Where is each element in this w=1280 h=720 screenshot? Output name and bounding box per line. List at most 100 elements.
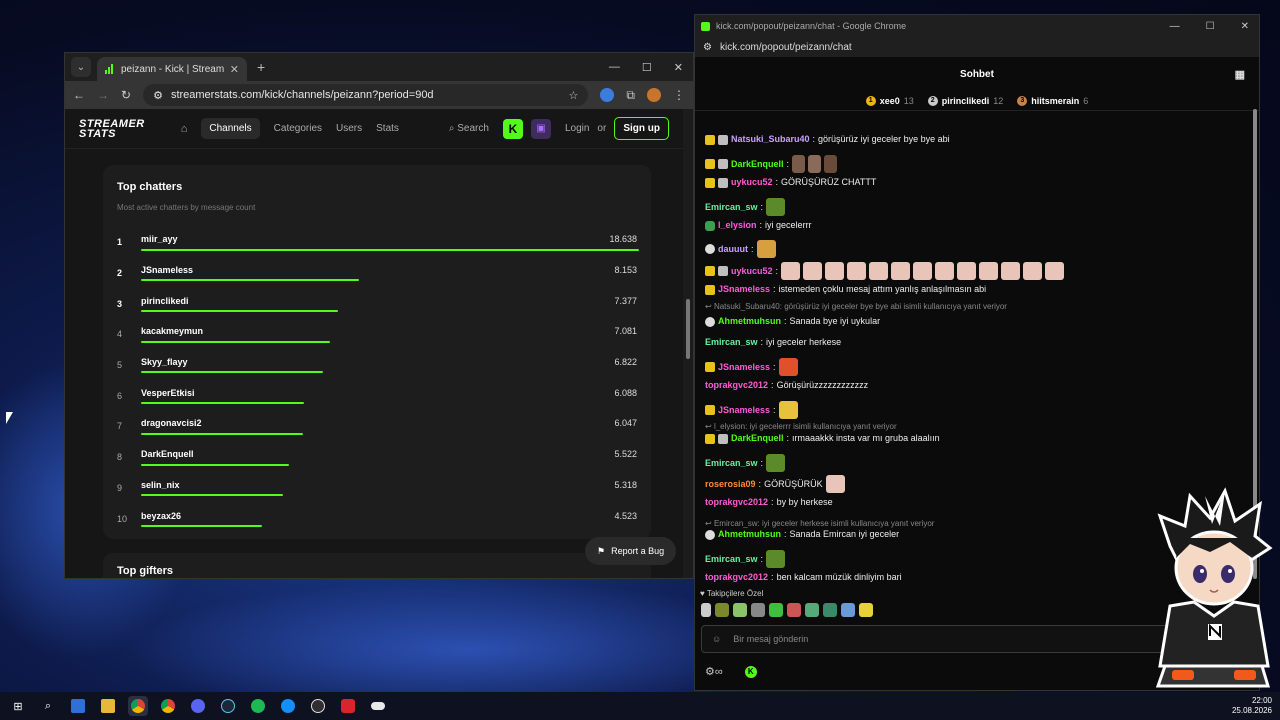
chatter-row[interactable]: 1 miir_ayy 18.638 [117, 224, 639, 255]
chatter-row[interactable]: 4 kacakmeymun 7.081 [117, 316, 637, 347]
login-link[interactable]: Login [565, 123, 589, 134]
chatter-name[interactable]: kacakmeymun [141, 326, 614, 336]
chat-username[interactable]: toprakgvc2012 [705, 496, 768, 509]
chatter-name[interactable]: JSnameless [141, 265, 614, 275]
emote[interactable] [701, 603, 711, 617]
chat-username[interactable]: JSnameless [718, 404, 770, 417]
page-scrollbar[interactable] [683, 109, 693, 578]
chatter-name[interactable]: Skyy_flayy [141, 357, 614, 367]
extension-icon[interactable] [600, 88, 615, 102]
app-icon[interactable] [338, 696, 358, 716]
chrome-icon[interactable] [128, 696, 148, 716]
reply-context[interactable]: ↩ Natsuki_Subaru40: görüşürüz iyi gecele… [705, 302, 1007, 311]
chat-username[interactable]: l_elysion [718, 219, 757, 232]
reply-context[interactable]: ↩ l_elysion: iyi gecelerrr isimli kullan… [705, 422, 897, 431]
search-button[interactable]: ⌕ Search [449, 123, 489, 134]
discord-icon[interactable] [188, 696, 208, 716]
chat-username[interactable]: Ahmetmuhsun [718, 315, 781, 328]
reply-context[interactable]: ↩ Emircan_sw: iyi geceler herkese isimli… [705, 519, 934, 528]
chatter-name[interactable]: miir_ayy [141, 234, 609, 244]
chatter-name[interactable]: pirinclikedi [141, 296, 614, 306]
nav-categories[interactable]: Categories [274, 123, 322, 134]
menu-icon[interactable]: ⋮ [673, 88, 685, 102]
close-window-icon[interactable]: ✕ [1241, 21, 1249, 32]
leaderboard-entry[interactable]: 2 pirinclikedi 12 [927, 95, 1003, 106]
chat-message[interactable]: Ahmetmuhsun: Sanada bye iyi uykular [705, 315, 880, 328]
chat-message[interactable]: Ahmetmuhsun: Sanada Emircan iyi geceler [705, 528, 899, 541]
search-icon[interactable]: ⌕ [38, 696, 58, 716]
chatter-row[interactable]: 5 Skyy_flayy 6.822 [117, 347, 637, 378]
address-bar[interactable]: ⚙ streamerstats.com/kick/channels/peizan… [143, 84, 589, 106]
chatter-name[interactable]: selin_nix [141, 480, 614, 490]
chatter-name[interactable]: beyzax26 [141, 511, 614, 521]
chat-username[interactable]: Natsuki_Subaru40 [731, 133, 810, 146]
emote[interactable] [859, 603, 873, 617]
nav-stats[interactable]: Stats [376, 123, 399, 134]
chat-message[interactable]: DarkEnquell: [705, 155, 838, 173]
new-tab-icon[interactable]: + [257, 59, 265, 75]
nav-users[interactable]: Users [336, 123, 362, 134]
windows-start-icon[interactable]: ⊞ [8, 696, 28, 716]
profile-avatar[interactable] [647, 88, 661, 102]
maximize-icon[interactable]: ☐ [1206, 21, 1215, 32]
chat-message[interactable]: uykucu52: [705, 262, 1065, 280]
leaderboard-entry[interactable]: 3 hiitsmerain 6 [1017, 95, 1088, 106]
chatter-row[interactable]: 8 DarkEnquell 5.522 [117, 439, 637, 470]
chat-username[interactable]: Emircan_sw [705, 201, 758, 214]
browser-tab[interactable]: peizann - Kick | StreamerStats ✕ [97, 57, 247, 81]
minimize-icon[interactable]: — [609, 61, 620, 74]
bookmark-star-icon[interactable]: ☆ [569, 89, 579, 102]
chat-username[interactable]: JSnameless [718, 283, 770, 296]
chatter-row[interactable]: 2 JSnameless 8.153 [117, 255, 637, 286]
chat-username[interactable]: dauuut [718, 243, 748, 256]
chat-message[interactable]: DarkEnquell: ırmaaakkk insta var mı grub… [705, 432, 940, 445]
chatter-name[interactable]: dragonavcisi2 [141, 418, 614, 428]
scrollbar-thumb[interactable] [686, 299, 690, 359]
chat-username[interactable]: Emircan_sw [705, 336, 758, 349]
chat-message[interactable]: uykucu52: GÖRÜŞÜRÜZ CHATTT [705, 176, 876, 189]
settings-icon[interactable]: ⚙∞ [705, 665, 723, 678]
emote[interactable] [805, 603, 819, 617]
emote[interactable] [841, 603, 855, 617]
tab-search-button[interactable]: ⌄ [71, 57, 91, 77]
close-tab-icon[interactable]: ✕ [230, 63, 239, 76]
emoji-icon[interactable]: ☺ [712, 634, 721, 644]
chat-message-input[interactable]: ☺ Bir mesaj gönderin [701, 625, 1181, 653]
chrome-profile-icon[interactable] [158, 696, 178, 716]
chat-message[interactable]: Natsuki_Subaru40: görüşürüz iyi geceler … [705, 133, 950, 146]
chat-message[interactable]: dauuut: [705, 240, 776, 258]
forward-icon[interactable]: → [97, 88, 109, 102]
file-explorer-icon[interactable] [98, 696, 118, 716]
reload-icon[interactable]: ↻ [121, 88, 131, 102]
leaderboard-entry[interactable]: 1 xee0 13 [865, 95, 914, 106]
nav-channels[interactable]: Channels [201, 118, 260, 139]
chat-username[interactable]: DarkEnquell [731, 432, 784, 445]
chat-message[interactable]: toprakgvc2012: by by herkese [705, 496, 833, 509]
site-info-icon[interactable]: ⚙ [703, 42, 712, 53]
cloud-app-icon[interactable] [368, 696, 388, 716]
twitch-platform-button[interactable]: ▣ [530, 118, 551, 139]
home-icon[interactable]: ⌂ [181, 123, 188, 135]
chatter-row[interactable]: 6 VesperEtkisi 6.088 [117, 377, 637, 408]
chat-username[interactable]: Emircan_sw [705, 553, 758, 566]
chat-message[interactable]: l_elysion: iyi gecelerrr [705, 219, 812, 232]
chat-url-bar[interactable]: ⚙ kick.com/popout/peizann/chat [695, 37, 1259, 57]
chat-username[interactable]: uykucu52 [731, 176, 773, 189]
chat-message[interactable]: toprakgvc2012: ben kalcam müzük dinliyim… [705, 571, 902, 584]
task-view-icon[interactable] [68, 696, 88, 716]
chat-message[interactable]: Emircan_sw: [705, 454, 786, 472]
minimize-icon[interactable]: — [1170, 21, 1180, 32]
extensions-puzzle-icon[interactable]: ⧉ [626, 88, 635, 103]
chat-username[interactable]: roserosia09 [705, 478, 756, 491]
chat-message[interactable]: Emircan_sw: [705, 550, 786, 568]
chatter-row[interactable]: 10 beyzax26 4.523 [117, 500, 637, 531]
maximize-icon[interactable]: ☐ [642, 61, 652, 74]
emote[interactable] [769, 603, 783, 617]
site-info-icon[interactable]: ⚙ [153, 89, 163, 102]
chat-message[interactable]: JSnameless: [705, 358, 798, 376]
report-bug-button[interactable]: ⚑ Report a Bug [585, 537, 677, 565]
chat-message[interactable]: Emircan_sw: iyi geceler herkese [705, 336, 841, 349]
chat-users-icon[interactable]: ▦ [1235, 68, 1245, 81]
streamerstats-logo[interactable]: STREAMER STATS [79, 118, 145, 139]
chat-message[interactable]: roserosia09: GÖRÜŞÜRÜK [705, 475, 845, 493]
